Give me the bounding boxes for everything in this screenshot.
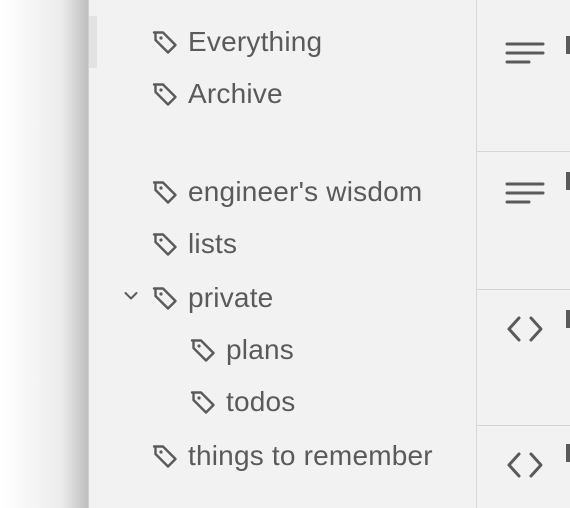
sidebar-item-archive[interactable]: Archive xyxy=(151,74,283,114)
sidebar-item-everything[interactable]: Everything xyxy=(151,22,322,62)
note-title-fragment xyxy=(566,172,570,190)
sidebar-item-lists[interactable]: lists xyxy=(151,224,237,264)
code-brackets-icon xyxy=(507,452,543,478)
tag-icon xyxy=(152,287,177,310)
selected-item-marker xyxy=(89,16,97,68)
note-list xyxy=(477,0,570,508)
sidebar-item-label: Everything xyxy=(188,26,323,57)
note-title-fragment xyxy=(566,310,570,328)
sidebar-item-label: todos xyxy=(226,386,296,417)
note-item[interactable] xyxy=(477,152,570,290)
sidebar-item-private[interactable]: private xyxy=(151,278,273,318)
tag-icon xyxy=(152,31,177,54)
sidebar-item-things-to-remember[interactable]: things to remember xyxy=(151,436,433,476)
note-title-fragment xyxy=(566,444,570,462)
sidebar-item-label: plans xyxy=(226,334,294,365)
sidebar-item-label: things to remember xyxy=(188,440,433,471)
chevron-down-icon[interactable] xyxy=(123,288,139,304)
sidebar-item-label: private xyxy=(188,282,274,313)
note-item[interactable] xyxy=(477,0,570,152)
tag-icon xyxy=(190,339,215,362)
code-brackets-icon xyxy=(507,316,543,342)
window-shadow xyxy=(0,0,88,508)
sidebar-item-label: Archive xyxy=(188,78,283,109)
tag-icon xyxy=(152,83,177,106)
sidebar-item-plans[interactable]: plans xyxy=(189,330,294,370)
text-lines-icon xyxy=(505,182,545,204)
tag-sidebar: Everything Archive engineer's wisdom lis… xyxy=(88,0,477,508)
note-item[interactable] xyxy=(477,290,570,426)
sidebar-item-label: engineer's wisdom xyxy=(188,176,423,207)
tag-icon xyxy=(152,233,177,256)
sidebar-item-engineers-wisdom[interactable]: engineer's wisdom xyxy=(151,172,422,212)
tag-icon xyxy=(152,181,177,204)
sidebar-item-label: lists xyxy=(188,228,238,259)
note-title-fragment xyxy=(566,36,570,54)
text-lines-icon xyxy=(505,42,545,64)
app-window: Everything Archive engineer's wisdom lis… xyxy=(0,0,570,508)
note-item[interactable] xyxy=(477,426,570,508)
tag-icon xyxy=(152,445,177,468)
tag-icon xyxy=(190,391,215,414)
sidebar-item-todos[interactable]: todos xyxy=(189,382,296,422)
